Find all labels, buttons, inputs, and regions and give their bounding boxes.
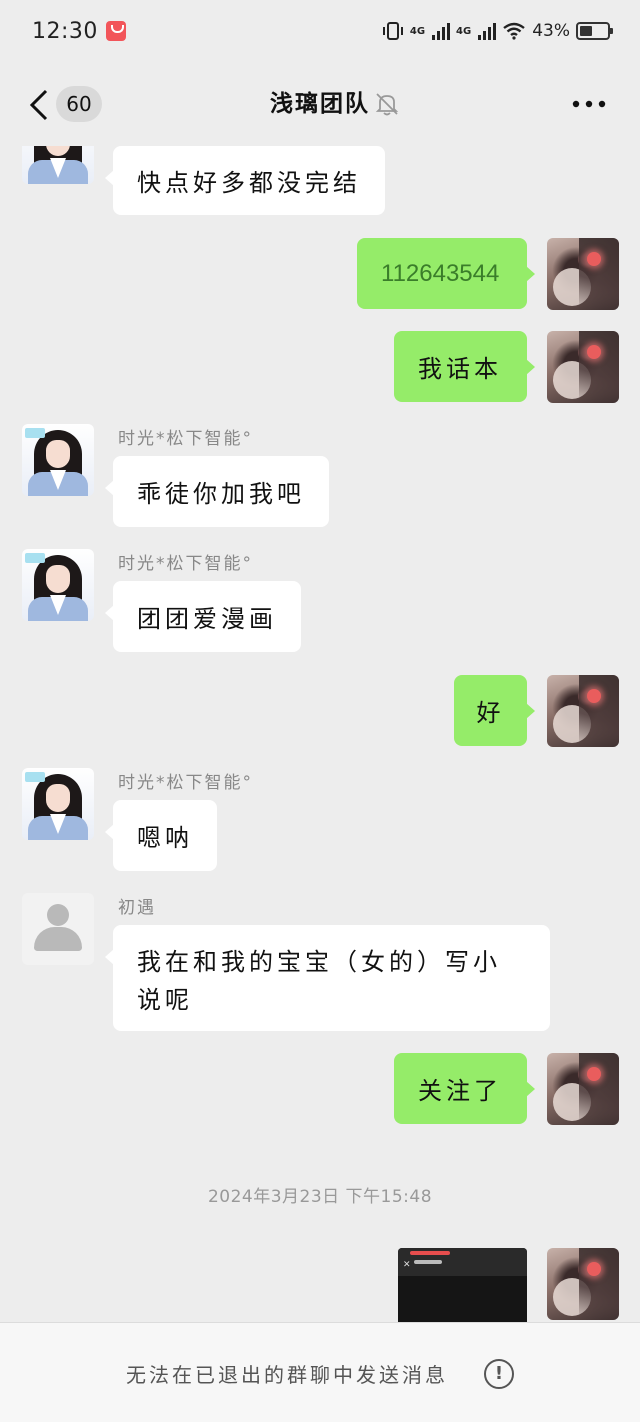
message-bubble[interactable]: 嗯呐 (105, 800, 217, 871)
message-bubble[interactable]: 快点好多都没完结 (105, 146, 385, 215)
sender-name: 初遇 (118, 898, 156, 918)
message-bubble[interactable]: 我话本 (394, 331, 535, 402)
sender-name: 时光*松下智能° (118, 773, 253, 793)
avatar-self[interactable] (547, 238, 619, 310)
status-left: 12:30 (32, 19, 126, 44)
status-right: 4G 4G 43% (382, 21, 613, 41)
avatar-member[interactable] (22, 424, 94, 496)
network-label-1: 4G (409, 25, 426, 37)
signal-strength-icon-2 (478, 22, 497, 40)
avatar-default[interactable] (22, 893, 94, 965)
battery-icon (576, 22, 613, 40)
message-bubble[interactable]: 好 (454, 675, 535, 746)
sender-name: 时光*松下智能° (118, 429, 253, 449)
status-bar: 12:30 4G 4G 43% (0, 0, 640, 62)
wifi-icon (503, 22, 525, 40)
message-bubble[interactable]: 团团爱漫画 (105, 581, 301, 652)
message-list[interactable]: 快点好多都没完结 112643544 我话本 时光*松下智能° 乖徒你加我吧 时… (0, 146, 640, 1322)
image-message[interactable]: ✕ (398, 1248, 527, 1322)
shopping-bag-icon (105, 21, 126, 41)
message-bubble[interactable]: 我在和我的宝宝（女的）写小说呢 (105, 925, 550, 1031)
avatar-member[interactable] (22, 549, 94, 621)
more-options-icon[interactable] (570, 92, 608, 116)
avatar-self[interactable] (547, 331, 619, 403)
avatar-member[interactable] (22, 146, 94, 184)
mute-bell-icon (375, 93, 399, 116)
vibrate-icon (382, 22, 403, 40)
signal-strength-icon (432, 22, 451, 40)
message-timestamp: 2024年3月23日 下午15:48 (207, 1187, 433, 1207)
network-label-2: 4G (456, 25, 472, 37)
info-icon[interactable]: ! (484, 1359, 514, 1389)
input-disabled-bar: 无法在已退出的群聊中发送消息 ! (0, 1322, 640, 1422)
avatar-member[interactable] (22, 768, 94, 840)
message-bubble[interactable]: 关注了 (394, 1053, 535, 1124)
chat-header: 60 浅璃团队 (0, 62, 640, 146)
message-bubble[interactable]: 112643544 (357, 238, 535, 309)
battery-percent: 43% (532, 21, 570, 41)
status-time: 12:30 (32, 18, 98, 44)
cannot-send-notice: 无法在已退出的群聊中发送消息 (126, 1363, 448, 1387)
avatar-self[interactable] (547, 675, 619, 747)
sender-name: 时光*松下智能° (118, 554, 253, 574)
avatar-self[interactable] (547, 1053, 619, 1125)
message-bubble[interactable]: 乖徒你加我吧 (105, 456, 329, 527)
avatar-self[interactable] (547, 1248, 619, 1320)
chat-title: 浅璃团队 (270, 91, 370, 117)
